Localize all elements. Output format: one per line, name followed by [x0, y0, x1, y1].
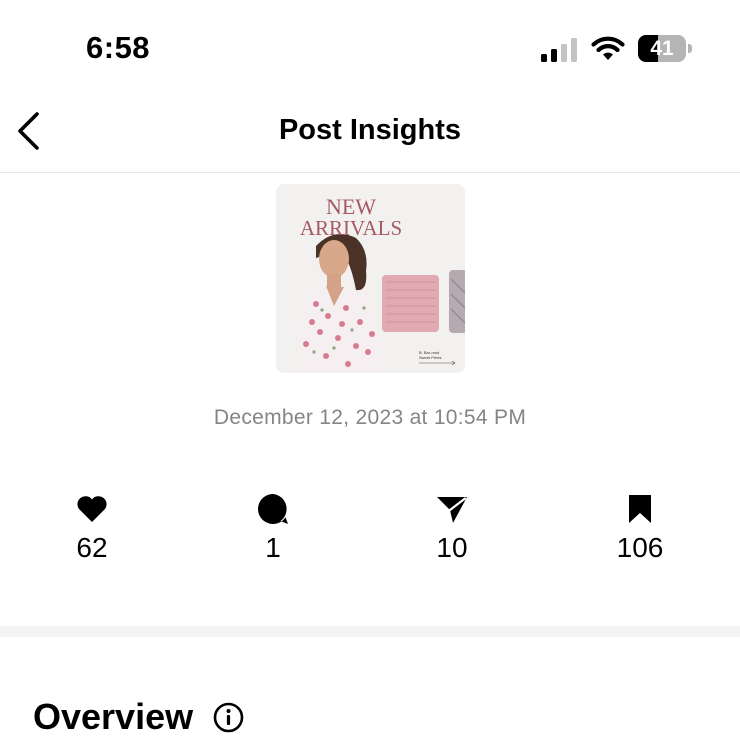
- battery-cap: [688, 44, 692, 53]
- post-date: December 12, 2023 at 10:54 PM: [213, 406, 527, 429]
- stat-likes: 62: [42, 492, 142, 564]
- thumbnail-headline-line2: ARRIVALS: [299, 216, 403, 240]
- comments-count: 1: [265, 532, 281, 563]
- page-title: Post Insights: [278, 114, 462, 146]
- stat-shares: 10: [402, 492, 502, 564]
- post-insights-screen: 6:58 41 Post Insights NEW ARRIVALS B. Ba…: [0, 0, 740, 740]
- post-thumbnail[interactable]: NEW ARRIVALS B. Bar-mod Sweet Prints: [276, 184, 465, 373]
- stat-comments: 1: [223, 492, 323, 564]
- header-divider: [0, 172, 740, 173]
- stat-saves: 106: [590, 492, 690, 564]
- status-time: 6:58: [86, 30, 151, 65]
- arrow-right-icon: [419, 360, 456, 366]
- battery-level: 41: [650, 36, 674, 60]
- info-icon[interactable]: [213, 702, 244, 733]
- battery-indicator: 41: [638, 35, 686, 62]
- section-divider: [0, 626, 740, 637]
- saves-count: 106: [616, 532, 664, 563]
- comment-icon: [258, 494, 288, 524]
- overview-title: Overview: [33, 696, 194, 737]
- signal-icon: [541, 38, 577, 62]
- heart-icon: [77, 496, 107, 522]
- likes-count: 62: [76, 532, 108, 563]
- shares-count: 10: [436, 532, 468, 563]
- bookmark-icon: [629, 495, 651, 523]
- thumbnail-caption: B. Bar-mod Sweet Prints: [419, 350, 441, 360]
- share-icon: [437, 497, 467, 523]
- wifi-icon: [591, 36, 625, 60]
- thumbnail-headline-line1: NEW: [325, 194, 377, 219]
